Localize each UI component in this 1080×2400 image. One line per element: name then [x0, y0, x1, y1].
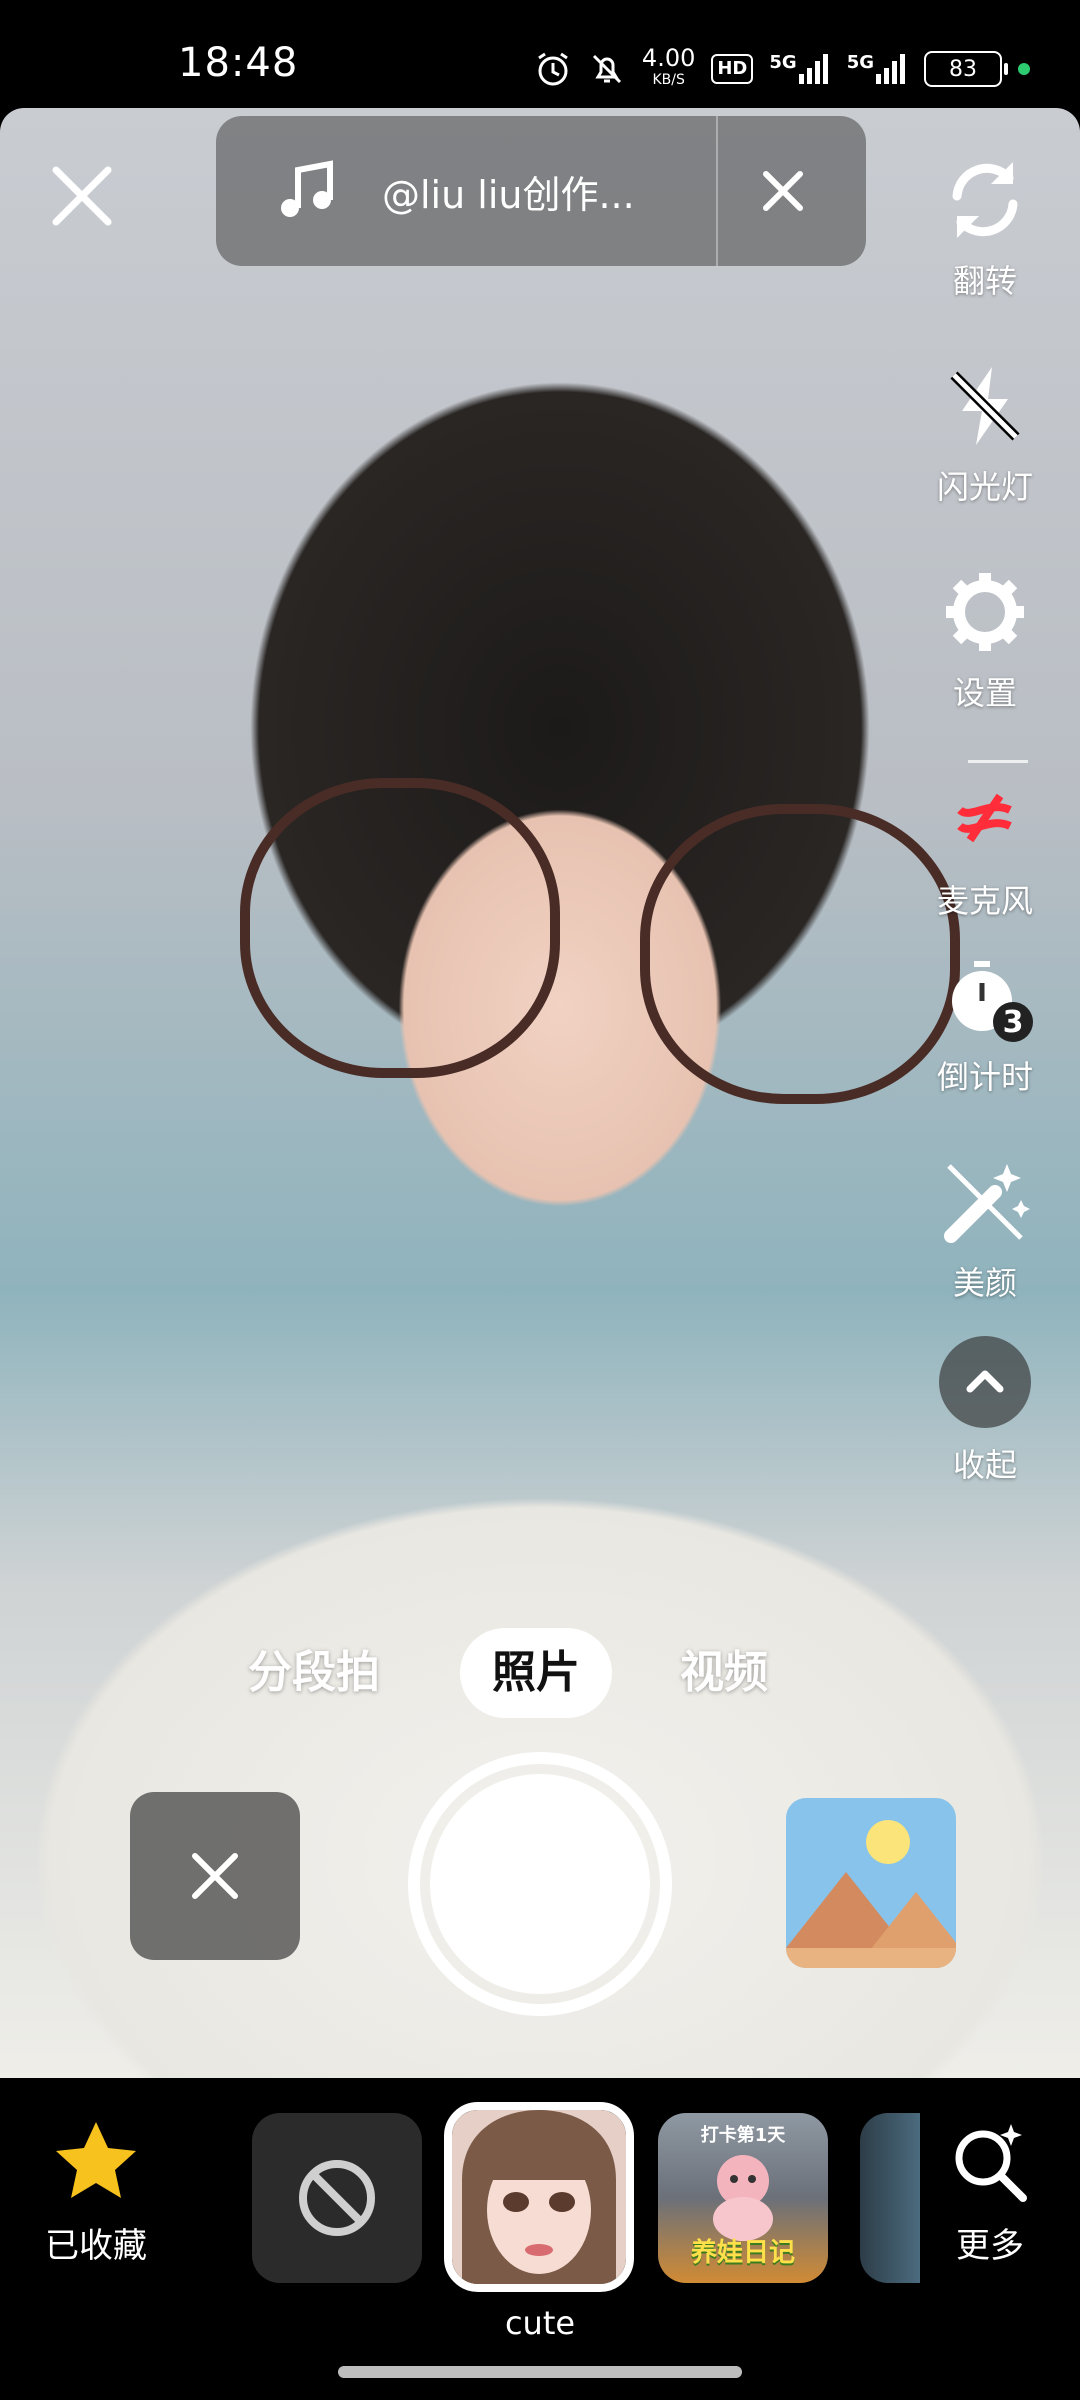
- flash-button[interactable]: 闪光灯: [920, 356, 1050, 508]
- no-effect-button[interactable]: [252, 2113, 422, 2283]
- music-title: @liu liu创作...: [382, 172, 635, 217]
- settings-button[interactable]: 设置: [920, 562, 1050, 714]
- close-icon: [192, 1853, 238, 1899]
- close-icon: [52, 166, 112, 226]
- tab-video[interactable]: 视频: [680, 1628, 768, 1718]
- discard-button[interactable]: [130, 1792, 300, 1960]
- beauty-button[interactable]: 美颜: [920, 1152, 1050, 1304]
- signal-icon-1: 5G: [769, 52, 830, 86]
- tab-segment[interactable]: 分段拍: [248, 1628, 380, 1718]
- pill-divider: [716, 116, 718, 266]
- star-icon: [56, 2122, 136, 2198]
- more-effects-button[interactable]: 更多: [930, 2118, 1050, 2267]
- battery-icon: 83: [924, 51, 1008, 87]
- search-sparkle-icon: [955, 2124, 1027, 2202]
- selected-effect-label: cute: [504, 2304, 576, 2342]
- preview-subject: [240, 778, 960, 1104]
- magic-wand-icon: [935, 1152, 1035, 1252]
- shutter-button[interactable]: [408, 1752, 672, 2016]
- gear-icon: [935, 562, 1035, 662]
- hd-badge: HD: [711, 54, 754, 84]
- shutter-inner: [430, 1774, 650, 1994]
- flash-off-icon: [935, 356, 1035, 456]
- microphone-button[interactable]: 麦克风: [920, 770, 1050, 922]
- effect-cute-thumbnail: [452, 2110, 626, 2284]
- status-bar: 18:48 4.00 KB/S HD 5G 5G 83: [0, 0, 1080, 108]
- timer-button[interactable]: 3 倒计时: [920, 946, 1050, 1098]
- home-indicator[interactable]: [338, 2366, 742, 2378]
- signal-icon-2: 5G: [847, 52, 908, 86]
- close-camera-button[interactable]: [46, 160, 118, 232]
- net-speed: 4.00 KB/S: [641, 44, 696, 88]
- effect-baby-diary[interactable]: 打卡第1天 养娃日记: [658, 2113, 828, 2283]
- stopwatch-icon: 3: [935, 946, 1035, 1046]
- chevron-up-icon: [939, 1336, 1031, 1428]
- gallery-button[interactable]: [786, 1798, 956, 1968]
- microphone-off-icon: [935, 770, 1035, 870]
- status-icons: 4.00 KB/S HD 5G 5G 83: [534, 44, 1030, 94]
- remove-music-icon[interactable]: [756, 164, 810, 218]
- flip-icon: [935, 150, 1035, 250]
- effects-bar: 已收藏 cute 打卡第1天 养娃日记 更多: [0, 2078, 1080, 2400]
- tool-divider: [968, 760, 1028, 763]
- flip-camera-button[interactable]: 翻转: [920, 150, 1050, 302]
- alarm-icon: [534, 50, 572, 88]
- effect-partial[interactable]: [860, 2113, 920, 2283]
- music-note-icon: [281, 160, 333, 217]
- timer-badge: 3: [993, 1002, 1033, 1042]
- ban-icon: [299, 2160, 375, 2236]
- privacy-dot: [1018, 63, 1030, 75]
- collapse-tools-button[interactable]: 收起: [920, 1336, 1050, 1486]
- favorites-button[interactable]: 已收藏: [36, 2118, 156, 2267]
- tab-photo[interactable]: 照片: [460, 1628, 612, 1718]
- gallery-thumbnail-icon: [786, 1798, 956, 1968]
- mute-bell-icon: [588, 50, 626, 88]
- status-time: 18:48: [178, 40, 299, 86]
- effect-cute[interactable]: [444, 2102, 634, 2292]
- music-selector[interactable]: @liu liu创作...: [216, 116, 866, 266]
- mode-tabs: 分段拍 照片 视频: [0, 1618, 1080, 1718]
